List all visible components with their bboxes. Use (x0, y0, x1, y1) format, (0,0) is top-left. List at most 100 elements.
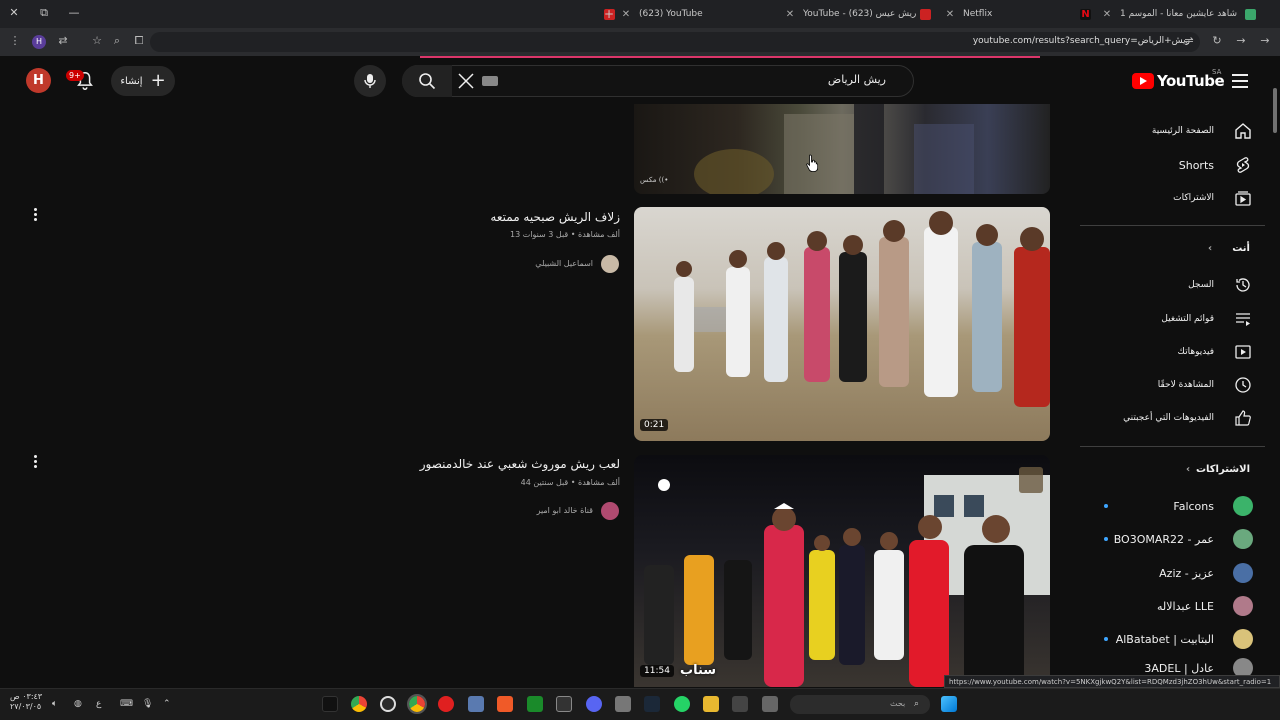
tab-title: شاهد عايشين معانا - الموسم 1 (1120, 9, 1238, 19)
video-options-icon[interactable] (34, 208, 38, 222)
channel-avatar (1233, 529, 1253, 549)
tiktok-icon[interactable] (322, 696, 338, 712)
back-icon[interactable]: → (1258, 34, 1272, 47)
video-title[interactable]: زلاف الريش صبحيه ممتعه (490, 210, 620, 224)
tab-youtube-search[interactable]: ✕ YouTube - ريش عيس (623) (783, 4, 939, 24)
network-icon[interactable]: ◍ (74, 699, 82, 709)
sidebar-item-subscriptions[interactable]: الاشتراكات (1078, 183, 1268, 213)
clock-date: ٢٧/٠٣/٠٥ (10, 702, 42, 711)
tab-shahid[interactable]: ✕ شاهد عايشين معانا - الموسم 1 (1100, 4, 1260, 24)
create-button[interactable]: إنشاء + (111, 66, 175, 96)
sidebar-sub-falcons[interactable]: Falcons (1078, 491, 1268, 521)
account-avatar[interactable]: H (26, 68, 51, 93)
close-icon[interactable]: ✕ (619, 9, 633, 20)
restore-window-icon[interactable]: ⧉ (36, 6, 52, 20)
profile-icon[interactable]: H (32, 35, 46, 49)
close-window-icon[interactable]: ✕ (6, 6, 22, 19)
create-label: إنشاء (120, 75, 143, 87)
search-icon[interactable]: ⌕ (914, 699, 919, 709)
volume-icon[interactable]: 🔈︎ (52, 699, 57, 709)
url-text[interactable]: youtube.com/results?search_query=ريش+الر… (973, 36, 1190, 46)
search-button[interactable] (402, 65, 452, 97)
site-settings-icon[interactable]: ⇌ (1182, 34, 1196, 47)
sidebar-item-label: عبدالاله LLE (1157, 599, 1214, 613)
close-icon[interactable]: ✕ (1100, 9, 1114, 20)
sidebar-item-your-videos[interactable]: فيديوهاتك (1078, 337, 1268, 367)
screenshot-icon[interactable]: ⧠ (132, 34, 146, 48)
video-thumbnail[interactable]: مكس ((• (634, 104, 1050, 194)
address-bar-row: youtube.com/results?search_query=ريش+الر… (0, 28, 1280, 56)
file-explorer-icon[interactable] (703, 696, 719, 712)
taskbar-clock[interactable]: ٠٣:٤٣ ص ٢٧/٠٣/٠٥ (10, 692, 42, 712)
minimize-window-icon[interactable]: — (66, 6, 82, 19)
tab-youtube[interactable]: ✕ (623) YouTube (600, 4, 760, 24)
sidebar-sub-lle[interactable]: عبدالاله LLE (1078, 591, 1268, 621)
section-title: أنت (1232, 243, 1250, 254)
capcut-icon[interactable] (732, 696, 748, 712)
task-view-icon[interactable] (762, 696, 778, 712)
shield-icon[interactable] (468, 696, 484, 712)
scrollbar-thumb[interactable] (1273, 88, 1277, 133)
sidebar-item-history[interactable]: السجل (1078, 270, 1268, 300)
sidebar-item-watch-later[interactable]: المشاهدة لاحقًا (1078, 370, 1268, 400)
whatsapp-icon[interactable] (674, 696, 690, 712)
keyboard-icon[interactable] (482, 76, 498, 86)
chevron-up-icon[interactable]: ⌃ (163, 699, 171, 709)
voice-search-button[interactable] (354, 65, 386, 97)
zoom-icon[interactable]: ⌕ (110, 34, 124, 48)
hamburger-menu-icon[interactable] (1232, 74, 1248, 88)
page-scrollbar[interactable] (1270, 58, 1280, 688)
sidebar-sub-aziz[interactable]: Aziz - عزيز (1078, 558, 1268, 588)
sidebar-subscriptions-header[interactable]: الاشتراكات ‹ (1150, 464, 1250, 475)
notification-count-badge: 9+ (66, 70, 84, 81)
sidebar-item-playlists[interactable]: قوائم التشغيل (1078, 304, 1268, 334)
language-indicator[interactable]: ع (96, 699, 101, 709)
new-tab-button[interactable]: + (604, 4, 618, 24)
xbox-icon[interactable] (527, 696, 543, 712)
video-thumbnail[interactable]: 0:21 (634, 207, 1050, 441)
close-icon[interactable]: ✕ (783, 9, 797, 20)
subscriptions-icon (1235, 191, 1251, 206)
steam-icon[interactable] (644, 696, 660, 712)
channel-name[interactable]: اسماعيل الشبيلي (535, 259, 593, 268)
sidebar-sub-albatabet[interactable]: AlBatabet | البتابيت (1078, 624, 1268, 654)
reload-icon[interactable]: ↻ (1210, 34, 1224, 47)
video-title[interactable]: لعب ريش موروث شعبي عند خالدمنصور (420, 457, 620, 471)
chrome-icon[interactable] (351, 696, 367, 712)
bookmark-star-icon[interactable]: ☆ (90, 34, 104, 47)
clear-search-icon[interactable] (457, 72, 475, 90)
terminal-icon[interactable] (556, 696, 572, 712)
menu-dots-icon[interactable]: ⋮ (8, 34, 22, 47)
close-icon[interactable]: ✕ (943, 9, 957, 20)
youtube-logo[interactable]: YouTube SA (1132, 68, 1225, 90)
video-thumbnail[interactable]: 11:54 سناب (634, 455, 1050, 687)
sidebar-you-header[interactable]: أنت ‹ (1150, 243, 1250, 254)
sidebar-item-home[interactable]: الصفحة الرئيسية (1078, 116, 1268, 146)
sidebar-divider (1080, 446, 1265, 447)
sidebar-item-liked-videos[interactable]: الفيديوهات التي أعجبتني (1078, 403, 1268, 433)
brave-icon[interactable] (497, 696, 513, 712)
store-icon[interactable] (615, 696, 631, 712)
youtube-app-icon[interactable] (438, 696, 454, 712)
microphone-icon[interactable]: 🎙︎ (142, 699, 153, 709)
video-options-icon[interactable] (34, 455, 38, 469)
sidebar-item-shorts[interactable]: Shorts (1078, 150, 1268, 180)
sidebar-sub-bo3omar22[interactable]: BO3OMAR22 - عمر (1078, 524, 1268, 554)
openai-icon[interactable] (380, 696, 396, 712)
sidebar-item-label: الصفحة الرئيسية (1151, 126, 1214, 136)
windows-start-icon[interactable] (941, 696, 957, 712)
channel-avatar[interactable] (601, 255, 619, 273)
sidebar-item-label: قوائم التشغيل (1161, 314, 1214, 324)
keyboard-icon[interactable]: ⌨ (120, 699, 133, 709)
translate-icon[interactable]: ⇄ (56, 34, 70, 47)
channel-name[interactable]: قناة خالد ابو امير (537, 506, 593, 515)
sidebar-item-label: الاشتراكات (1173, 193, 1214, 203)
taskbar-search-input[interactable] (790, 695, 930, 714)
tab-netflix[interactable]: ✕ Netflix N (943, 4, 1095, 24)
thumbnail-image (644, 467, 1050, 687)
discord-icon[interactable] (586, 696, 602, 712)
shahid-icon (1245, 8, 1256, 20)
forward-icon[interactable]: → (1234, 34, 1248, 47)
channel-avatar[interactable] (601, 502, 619, 520)
chrome-active-icon[interactable] (407, 694, 427, 714)
